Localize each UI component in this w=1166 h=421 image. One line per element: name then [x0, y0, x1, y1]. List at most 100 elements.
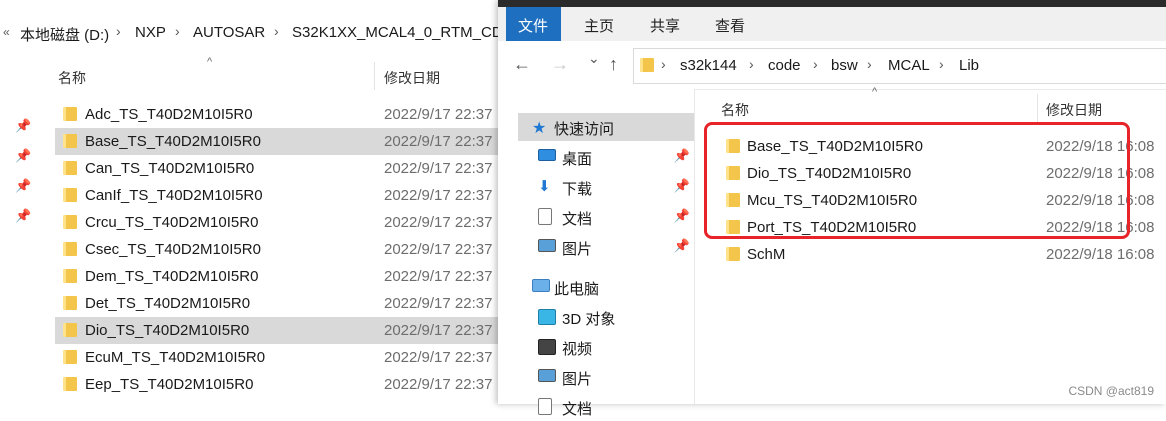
- file-row[interactable]: Base_TS_T40D2M10I5R0 2022/9/17 22:37: [55, 128, 500, 155]
- forward-arrow-icon[interactable]: →: [551, 54, 569, 75]
- file-name: Can_TS_T40D2M10I5R0: [85, 160, 255, 177]
- nav-item[interactable]: ⬇ 下载 📌: [518, 173, 694, 201]
- chevron-right-icon: ›: [939, 56, 944, 72]
- column-header-date[interactable]: 修改日期: [1046, 100, 1102, 120]
- file-row[interactable]: Det_TS_T40D2M10I5R0 2022/9/17 22:37: [55, 290, 500, 317]
- nav-item[interactable]: 图片 📌: [518, 233, 694, 261]
- chevron-right-icon: ›: [175, 23, 180, 39]
- back-arrow-icon[interactable]: ←: [513, 54, 531, 75]
- file-name: Base_TS_T40D2M10I5R0: [85, 133, 261, 150]
- breadcrumb: « 本地磁盘 (D:) › NXP › AUTOSAR › S32K1XX_MC…: [0, 20, 500, 48]
- nav-label: 文档: [562, 401, 593, 418]
- chevron-right-icon: ›: [867, 56, 872, 72]
- recent-locations-icon[interactable]: ⌄: [588, 50, 600, 67]
- nav-this-pc[interactable]: 此电脑: [518, 273, 694, 301]
- nav-label: 图片: [562, 241, 593, 258]
- file-name: Csec_TS_T40D2M10I5R0: [85, 241, 261, 258]
- tab-share[interactable]: 共享: [650, 15, 680, 36]
- pane-splitter[interactable]: [694, 89, 695, 404]
- breadcrumb-item[interactable]: S32K1XX_MCAL4_0_RTM_CD: [292, 24, 500, 41]
- nav-label: 此电脑: [554, 281, 600, 298]
- download-icon: ⬇: [538, 178, 551, 195]
- file-row[interactable]: CanIf_TS_T40D2M10I5R0 2022/9/17 22:37: [55, 182, 500, 209]
- nav-item[interactable]: 视频: [518, 333, 694, 361]
- folder-icon: [726, 247, 740, 261]
- nav-label: 图片: [562, 371, 593, 388]
- folder-icon: [63, 269, 77, 283]
- column-header-date[interactable]: 修改日期: [384, 68, 440, 88]
- sort-caret-icon: ^: [872, 86, 878, 98]
- tab-view[interactable]: 查看: [715, 15, 745, 36]
- file-date: 2022/9/17 22:37: [384, 133, 493, 150]
- ribbon: 文件 主页 共享 查看: [498, 0, 1166, 41]
- address-segment[interactable]: bsw: [831, 57, 858, 74]
- background-explorer-window: « 本地磁盘 (D:) › NXP › AUTOSAR › S32K1XX_MC…: [0, 0, 500, 404]
- folder-icon: [63, 296, 77, 310]
- breadcrumb-overflow-icon[interactable]: «: [3, 25, 10, 39]
- file-name: SchM: [747, 246, 786, 263]
- file-name: CanIf_TS_T40D2M10I5R0: [85, 187, 263, 204]
- file-row[interactable]: Crcu_TS_T40D2M10I5R0 2022/9/17 22:37: [55, 209, 500, 236]
- folder-icon: [63, 188, 77, 202]
- tab-label: 文件: [518, 18, 549, 35]
- file-row[interactable]: Dem_TS_T40D2M10I5R0 2022/9/17 22:37: [55, 263, 500, 290]
- file-row[interactable]: EcuM_TS_T40D2M10I5R0 2022/9/17 22:37: [55, 344, 500, 371]
- pin-icon: 📌: [673, 238, 690, 253]
- address-segment[interactable]: s32k144: [680, 57, 737, 74]
- pin-icon: 📌: [15, 208, 32, 223]
- nav-label: 桌面: [562, 151, 593, 168]
- file-row[interactable]: Dio_TS_T40D2M10I5R0 2022/9/17 22:37: [55, 317, 500, 344]
- folder-icon: [63, 377, 77, 391]
- breadcrumb-item[interactable]: AUTOSAR: [193, 24, 265, 41]
- sort-caret-icon: ^: [207, 56, 213, 68]
- file-date: 2022/9/17 22:37: [384, 241, 493, 258]
- nav-item[interactable]: 3D 对象: [518, 303, 694, 331]
- nav-item[interactable]: 文档 📌: [518, 203, 694, 231]
- file-name: Adc_TS_T40D2M10I5R0: [85, 106, 253, 123]
- pin-icon: 📌: [673, 208, 690, 223]
- pin-icon: 📌: [673, 178, 690, 193]
- nav-item[interactable]: 桌面 📌: [518, 143, 694, 171]
- file-row[interactable]: Eep_TS_T40D2M10I5R0 2022/9/17 22:37: [55, 371, 500, 398]
- folder-icon: [63, 323, 77, 337]
- tab-home[interactable]: 主页: [584, 15, 614, 36]
- up-arrow-icon[interactable]: ↑: [609, 54, 618, 75]
- pin-icon: 📌: [15, 178, 32, 193]
- address-segment[interactable]: Lib: [959, 57, 979, 74]
- breadcrumb-item[interactable]: 本地磁盘 (D:): [20, 24, 109, 45]
- breadcrumb-item[interactable]: NXP: [135, 24, 166, 41]
- file-row[interactable]: Csec_TS_T40D2M10I5R0 2022/9/17 22:37: [55, 236, 500, 263]
- file-date: 2022/9/17 22:37: [384, 295, 493, 312]
- folder-icon: [63, 161, 77, 175]
- file-name: Det_TS_T40D2M10I5R0: [85, 295, 251, 312]
- column-header-name[interactable]: 名称: [721, 100, 749, 120]
- pin-icon: 📌: [15, 118, 32, 133]
- video-icon: [538, 339, 556, 355]
- tab-file[interactable]: 文件: [506, 7, 561, 41]
- column-divider[interactable]: [1037, 94, 1038, 122]
- column-divider[interactable]: [374, 62, 375, 90]
- file-name: Crcu_TS_T40D2M10I5R0: [85, 214, 259, 231]
- file-name: Dio_TS_T40D2M10I5R0: [85, 322, 250, 339]
- column-header-name[interactable]: 名称: [58, 68, 86, 88]
- nav-item[interactable]: 文档: [518, 393, 694, 421]
- file-row[interactable]: Can_TS_T40D2M10I5R0 2022/9/17 22:37: [55, 155, 500, 182]
- folder-icon: [63, 134, 77, 148]
- chevron-right-icon: ›: [813, 56, 818, 72]
- address-segment[interactable]: code: [768, 57, 801, 74]
- nav-label: 视频: [562, 341, 593, 358]
- nav-label: 文档: [562, 211, 593, 228]
- pin-icon: 📌: [673, 148, 690, 163]
- file-name: EcuM_TS_T40D2M10I5R0: [85, 349, 266, 366]
- nav-item[interactable]: 图片: [518, 363, 694, 391]
- nav-quick-access[interactable]: ★ 快速访问: [518, 113, 694, 141]
- address-bar[interactable]: › s32k144 › code › bsw › MCAL › Lib: [633, 48, 1166, 84]
- file-date: 2022/9/18 16:08: [1046, 246, 1155, 263]
- file-row[interactable]: Adc_TS_T40D2M10I5R0 2022/9/17 22:37: [55, 101, 500, 128]
- file-row[interactable]: SchM 2022/9/18 16:08: [718, 241, 1166, 268]
- picture-icon: [538, 239, 556, 252]
- address-segment[interactable]: MCAL: [888, 57, 930, 74]
- file-date: 2022/9/17 22:37: [384, 268, 493, 285]
- document-icon: [538, 398, 552, 415]
- folder-icon: [63, 350, 77, 364]
